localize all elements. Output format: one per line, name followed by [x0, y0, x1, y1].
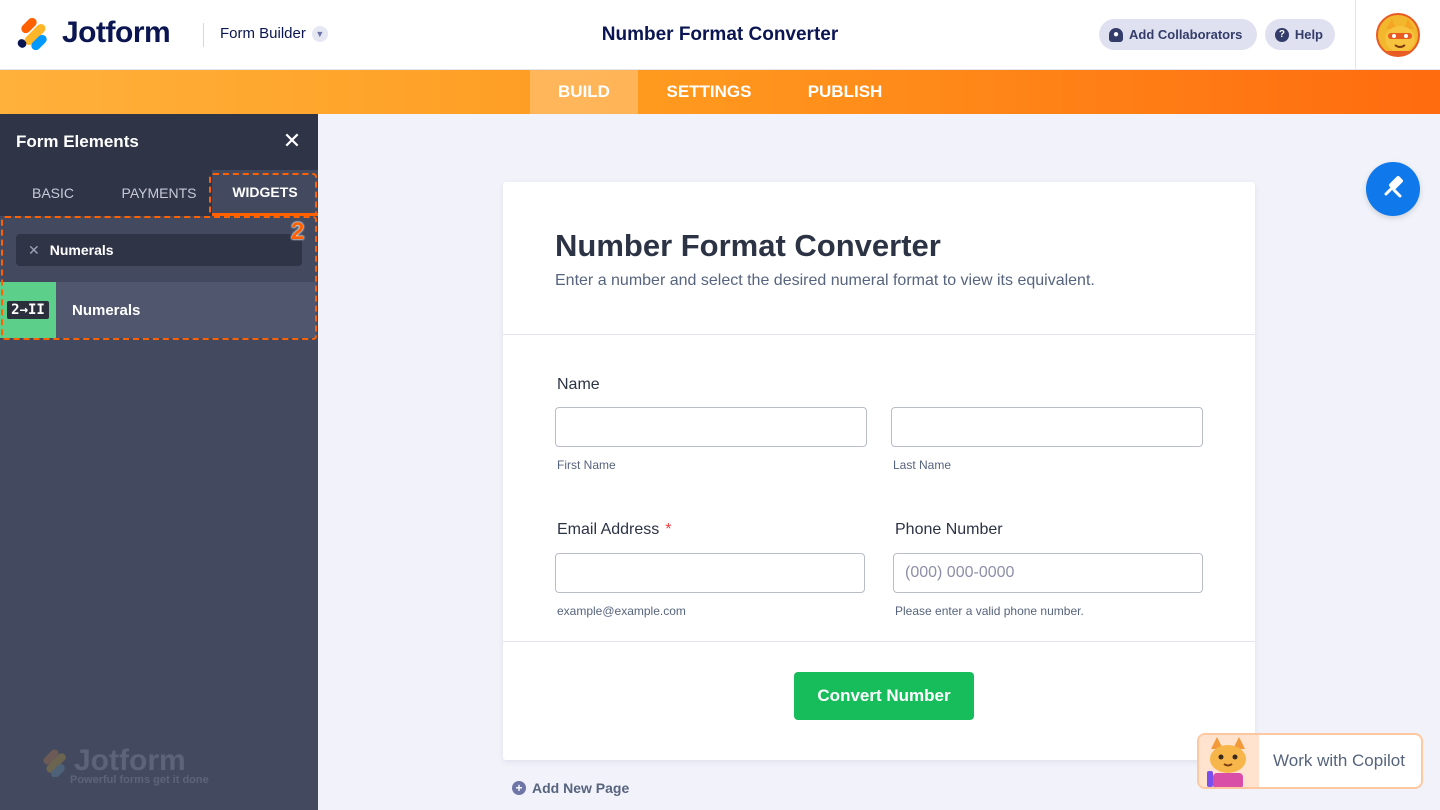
plus-icon: +	[512, 781, 526, 795]
phone-field[interactable]: (000) 000-0000	[893, 553, 1203, 593]
search-value: Numerals	[49, 242, 114, 258]
form-builder-label: Form Builder	[220, 25, 306, 42]
panel-tabs: BASIC PAYMENTS WIDGETS	[0, 170, 318, 216]
numerals-icon: 2→II	[0, 282, 56, 338]
close-icon[interactable]: ✕	[280, 130, 304, 154]
help-button[interactable]: ? Help	[1265, 19, 1335, 50]
cat-avatar-icon	[1385, 19, 1415, 55]
last-name-field[interactable]	[891, 407, 1203, 447]
widget-numerals[interactable]: 2→II Numerals	[0, 282, 316, 338]
form-subheading[interactable]: Enter a number and select the desired nu…	[555, 272, 1095, 290]
tab-build[interactable]: BUILD	[530, 70, 638, 114]
chevron-down-icon: ▼	[311, 25, 328, 42]
help-label: Help	[1294, 27, 1323, 42]
jotform-logo[interactable]: Jotform	[15, 15, 171, 53]
user-icon: ●	[1109, 27, 1123, 42]
widget-search-field[interactable]: ✕ Numerals	[16, 234, 302, 266]
copilot-cat-icon	[1199, 735, 1259, 787]
tab-settings[interactable]: SETTINGS	[650, 70, 768, 114]
heading-divider	[503, 334, 1255, 335]
email-field[interactable]	[555, 553, 865, 593]
sidebar-footer-logo: Jotform Powerful forms get it done	[38, 744, 209, 786]
add-collaborators-label: Add Collaborators	[1129, 27, 1243, 42]
copilot-label: Work with Copilot	[1273, 751, 1405, 770]
top-header: Jotform Form Builder ▼ Number Format Con…	[0, 0, 1440, 70]
jotform-footer-icon	[43, 749, 66, 777]
required-mark: *	[665, 521, 672, 538]
add-new-page-button[interactable]: + Add New Page	[512, 780, 629, 796]
name-label: Name	[557, 376, 600, 393]
footer-brand-text: Jotform	[74, 744, 186, 777]
annotation-number: 2	[291, 218, 305, 245]
footer-brand: Jotform	[38, 744, 209, 778]
tab-payments[interactable]: PAYMENTS	[106, 170, 212, 216]
add-collaborators-button[interactable]: ● Add Collaborators	[1099, 19, 1257, 50]
form-card: Number Format Converter Enter a number a…	[503, 182, 1255, 760]
phone-placeholder: (000) 000-0000	[905, 564, 1015, 581]
clear-search-icon[interactable]: ✕	[28, 242, 40, 259]
email-label-text: Email Address	[557, 521, 660, 538]
form-designer-button[interactable]	[1366, 162, 1420, 216]
numerals-icon-text: 2→II	[7, 301, 49, 319]
widget-label: Numerals	[72, 301, 141, 319]
last-name-sublabel: Last Name	[893, 458, 952, 472]
phone-label: Phone Number	[895, 521, 1003, 538]
form-elements-panel: Form Elements ✕ BASIC PAYMENTS WIDGETS ✕…	[0, 114, 318, 810]
submit-divider	[503, 641, 1255, 642]
form-builder-dropdown[interactable]: Form Builder ▼	[220, 25, 328, 42]
jotform-logo-icon	[15, 15, 50, 53]
add-page-label: Add New Page	[532, 780, 630, 796]
main-nav: BUILD SETTINGS PUBLISH	[0, 70, 1440, 114]
paint-roller-icon	[1384, 176, 1403, 198]
convert-number-button[interactable]: Convert Number	[794, 672, 974, 720]
tab-publish[interactable]: PUBLISH	[794, 70, 896, 114]
panel-header: Form Elements	[0, 114, 318, 170]
tab-widgets[interactable]: WIDGETS	[212, 170, 318, 216]
avatar[interactable]	[1376, 13, 1420, 57]
brand-name: Jotform	[62, 16, 171, 49]
header-separator	[1355, 0, 1356, 70]
copilot-button[interactable]: Work with Copilot	[1197, 733, 1423, 789]
header-divider	[203, 23, 204, 47]
email-label: Email Address *	[557, 521, 672, 539]
footer-tagline: Powerful forms get it done	[70, 774, 209, 786]
tab-basic[interactable]: BASIC	[0, 170, 106, 216]
email-sublabel: example@example.com	[557, 604, 686, 618]
first-name-sublabel: First Name	[557, 458, 616, 472]
first-name-field[interactable]	[555, 407, 867, 447]
panel-title: Form Elements	[16, 132, 139, 151]
phone-sublabel: Please enter a valid phone number.	[895, 604, 1084, 618]
form-heading[interactable]: Number Format Converter	[555, 228, 941, 264]
question-icon: ?	[1275, 27, 1289, 42]
